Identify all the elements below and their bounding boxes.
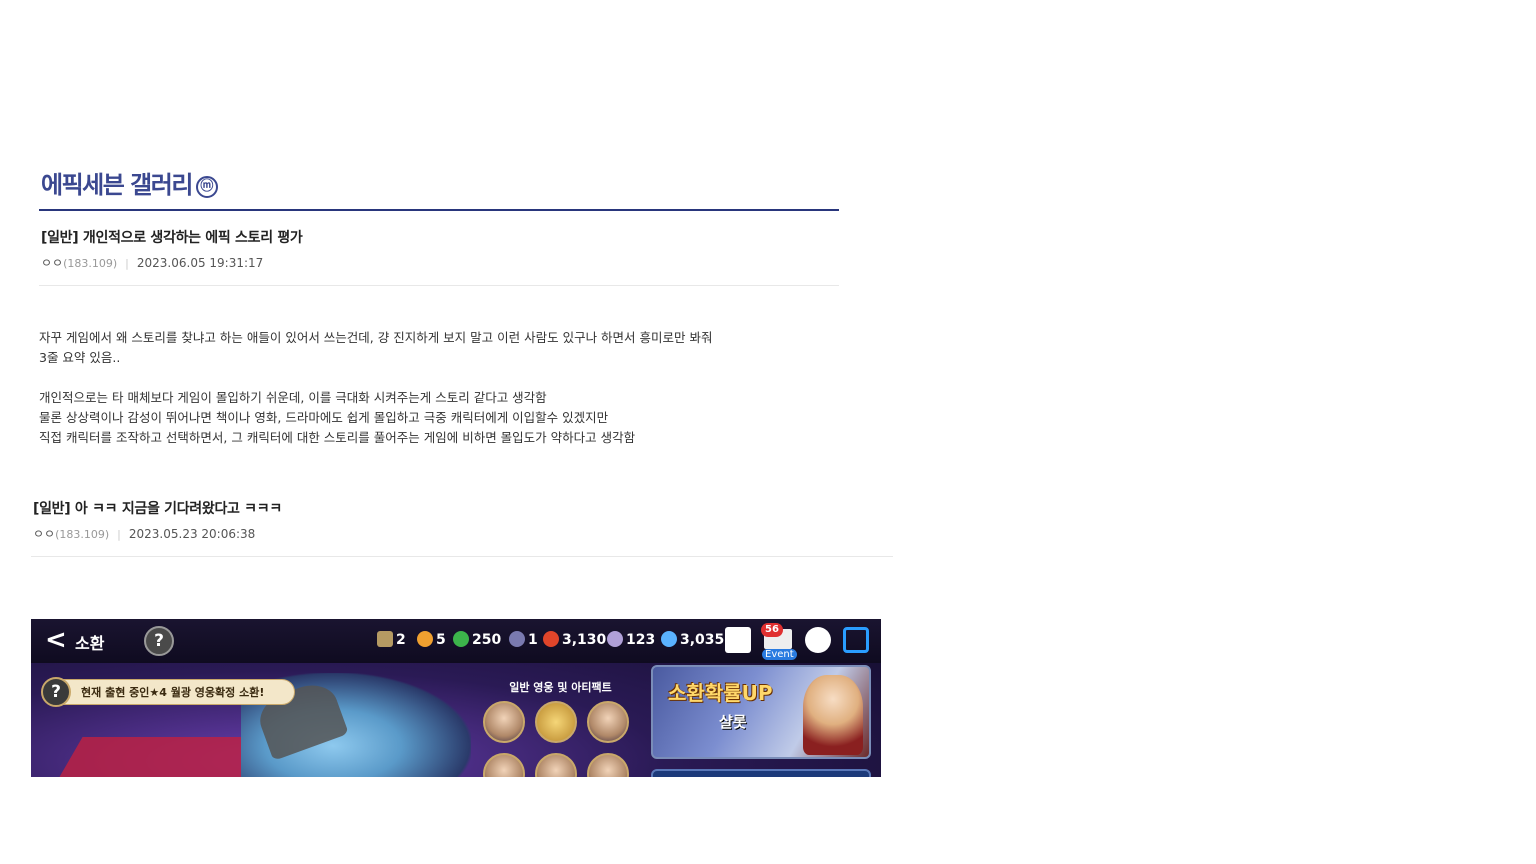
- resource-gem-value: 3,035: [680, 632, 725, 648]
- resource-leaf: 250: [453, 631, 501, 648]
- post-body: 자꾸 게임에서 왜 스토리를 찾냐고 하는 애들이 있어서 쓰는건데, 걍 진지…: [39, 328, 839, 448]
- hero-portrait: [483, 701, 525, 743]
- gallery-title[interactable]: 에픽세븐 갤러리 ⓜ: [41, 165, 218, 200]
- artifact-portrait: [535, 701, 577, 743]
- resource-bolt: 123: [607, 631, 655, 648]
- rate-up-title: 소환확률UP: [668, 681, 773, 705]
- post-writer[interactable]: ㅇㅇ: [41, 256, 63, 270]
- menu-grid-icon: [843, 627, 869, 653]
- post-body-line: 직접 캐릭터를 조작하고 선택하면서, 그 캐릭터에 대한 스토리를 풀어주는 …: [39, 430, 636, 445]
- orb-icon: [509, 631, 525, 647]
- back-arrow-icon: <: [45, 625, 67, 655]
- rate-up-banner: 소환확률UP 샬롯: [651, 665, 871, 759]
- embedded-post-writer[interactable]: ㅇㅇ: [33, 527, 55, 541]
- game-top-bar: < 소환 ? 2 5 250 1 3,130 123 3,035 56 Even…: [31, 619, 881, 663]
- resource-flame-value: 5: [436, 632, 446, 648]
- embedded-post-meta: ㅇㅇ(183.109) | 2023.05.23 20:06:38: [33, 525, 255, 542]
- hero-portrait: [535, 753, 577, 777]
- resource-orb: 1: [509, 631, 538, 648]
- bolt-icon: [607, 631, 623, 647]
- minor-gallery-icon: ⓜ: [195, 176, 218, 198]
- hero-artifact-panel: 일반 영웅 및 아티팩트: [483, 669, 638, 777]
- gem-icon: [661, 631, 677, 647]
- secondary-banner: [651, 769, 871, 777]
- resource-flame: 5: [417, 631, 446, 648]
- help-icon: ?: [144, 626, 174, 656]
- panel-title: 일반 영웅 및 아티팩트: [509, 681, 612, 694]
- post-date: 2023.06.05 19:31:17: [136, 256, 264, 270]
- chat-icon: [805, 627, 831, 653]
- post-header: [일반] 개인적으로 생각하는 에픽 스토리 평가 ㅇㅇ(183.109) | 20…: [39, 226, 839, 286]
- flame-icon: [417, 631, 433, 647]
- post-body-line: 자꾸 게임에서 왜 스토리를 찾냐고 하는 애들이 있어서 쓰는건데, 걍 진지…: [39, 330, 713, 345]
- game-screenshot-image: < 소환 ? 2 5 250 1 3,130 123 3,035 56 Even…: [31, 619, 881, 777]
- post-body-line: 개인적으로는 타 매체보다 게임이 몰입하기 쉬운데, 이를 극대화 시켜주는게…: [39, 390, 547, 405]
- hero-portrait: [483, 753, 525, 777]
- resource-book: 2: [377, 631, 406, 648]
- post-title[interactable]: [일반] 개인적으로 생각하는 에픽 스토리 평가: [41, 227, 303, 247]
- resource-bolt-value: 123: [626, 632, 656, 648]
- notice-text: 현재 출현 중인★4 월광 영웅확정 소환!: [81, 686, 265, 699]
- mail-count-badge: 56: [761, 623, 783, 637]
- embedded-post-writer-ip: (183.109): [55, 528, 110, 541]
- post-body-line: 물론 상상력이나 감성이 뛰어나면 책이나 영화, 드라마에도 쉽게 몰입하고 …: [39, 410, 609, 425]
- post-body-blank-line: [39, 368, 839, 388]
- event-tag: Event: [762, 649, 797, 660]
- hero-portrait: [587, 701, 629, 743]
- post-meta: ㅇㅇ(183.109) | 2023.06.05 19:31:17: [41, 254, 263, 271]
- embedded-post-header: [일반] 아 ㅋㅋ 지금을 기다려왔다고 ㅋㅋㅋ ㅇㅇ(183.109) | 202…: [31, 497, 893, 557]
- leaf-icon: [453, 631, 469, 647]
- resource-ember: 3,130: [543, 631, 606, 648]
- meta-divider: |: [117, 528, 121, 541]
- resource-orb-value: 1: [528, 632, 538, 648]
- charlotte-portrait: [803, 675, 863, 755]
- screen-title: 소환: [75, 634, 105, 653]
- resource-leaf-value: 250: [472, 632, 502, 648]
- post-writer-ip: (183.109): [63, 257, 118, 270]
- resource-ember-value: 3,130: [562, 632, 607, 648]
- post-body-line: 3줄 요약 있음..: [39, 350, 121, 365]
- ember-icon: [543, 631, 559, 647]
- gallery-title-text[interactable]: 에픽세븐 갤러리: [41, 171, 193, 199]
- notice-help-icon: ?: [41, 677, 71, 707]
- book-icon: [377, 631, 393, 647]
- team-icon: [725, 627, 751, 653]
- hero-portrait: [587, 753, 629, 777]
- resource-book-value: 2: [396, 632, 406, 648]
- rate-up-hero-name: 샬롯: [719, 713, 747, 731]
- meta-divider: |: [125, 257, 129, 270]
- gallery-header: 에픽세븐 갤러리 ⓜ: [39, 163, 839, 211]
- embedded-post-date: 2023.05.23 20:06:38: [128, 527, 256, 541]
- embedded-post-title[interactable]: [일반] 아 ㅋㅋ 지금을 기다려왔다고 ㅋㅋㅋ: [33, 498, 282, 518]
- resource-gem: 3,035: [661, 631, 724, 648]
